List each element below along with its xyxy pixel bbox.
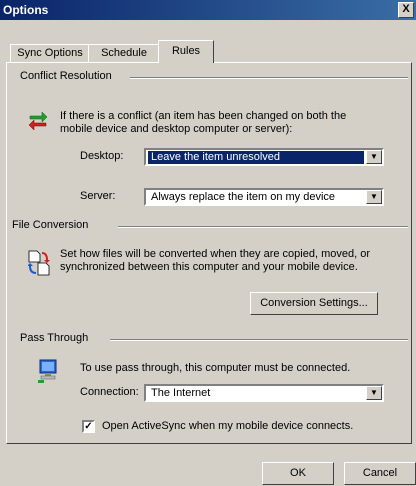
desktop-selected-value: Leave the item unresolved	[148, 151, 364, 164]
divider	[130, 77, 408, 79]
divider	[118, 226, 408, 228]
tab-label: Rules	[171, 45, 201, 57]
pass-through-description: To use pass through, this computer must …	[80, 362, 351, 374]
file-conversion-heading: File Conversion	[12, 219, 93, 232]
close-button[interactable]: X	[398, 2, 414, 18]
open-activesync-label[interactable]: Open ActiveSync when my mobile device co…	[102, 420, 353, 433]
connection-select[interactable]: The Internet ▼	[144, 384, 384, 402]
cancel-button[interactable]: Cancel	[344, 462, 416, 485]
connection-selected-value: The Internet	[151, 387, 211, 399]
conflict-resolution-heading: Conflict Resolution	[20, 70, 116, 83]
options-dialog: Options X Sync Options Schedule Rules Co…	[0, 0, 416, 486]
conversion-settings-button[interactable]: Conversion Settings...	[250, 292, 378, 315]
chevron-down-icon[interactable]: ▼	[366, 150, 382, 164]
desktop-label: Desktop:	[80, 150, 124, 162]
conflict-description: If there is a conflict (an item has been…	[60, 110, 347, 135]
tab-label: Sync Options	[17, 47, 83, 59]
server-selected-value: Always replace the item on my device	[151, 191, 336, 203]
chevron-down-icon[interactable]: ▼	[366, 386, 382, 400]
tab-sync-options[interactable]: Sync Options	[10, 44, 90, 62]
file-conversion-description: Set how files will be converted when the…	[60, 248, 370, 273]
server-select[interactable]: Always replace the item on my device ▼	[144, 188, 384, 206]
ok-button[interactable]: OK	[262, 462, 334, 485]
connection-label: Connection:	[80, 386, 139, 398]
tab-rules[interactable]: Rules	[158, 40, 214, 63]
server-label: Server:	[80, 190, 116, 202]
pass-through-heading: Pass Through	[20, 332, 93, 345]
tab-schedule[interactable]: Schedule	[88, 44, 160, 62]
title-bar[interactable]: Options X	[0, 0, 416, 20]
chevron-down-icon[interactable]: ▼	[366, 190, 382, 204]
tab-label: Schedule	[101, 47, 147, 59]
desktop-select[interactable]: Leave the item unresolved ▼	[144, 148, 384, 166]
sync-arrows-icon	[28, 111, 48, 131]
file-convert-icon	[28, 250, 50, 276]
divider	[110, 339, 408, 341]
open-activesync-checkbox[interactable]: ✓	[82, 420, 95, 433]
network-computer-icon	[38, 359, 57, 383]
window-title: Options	[3, 3, 49, 17]
